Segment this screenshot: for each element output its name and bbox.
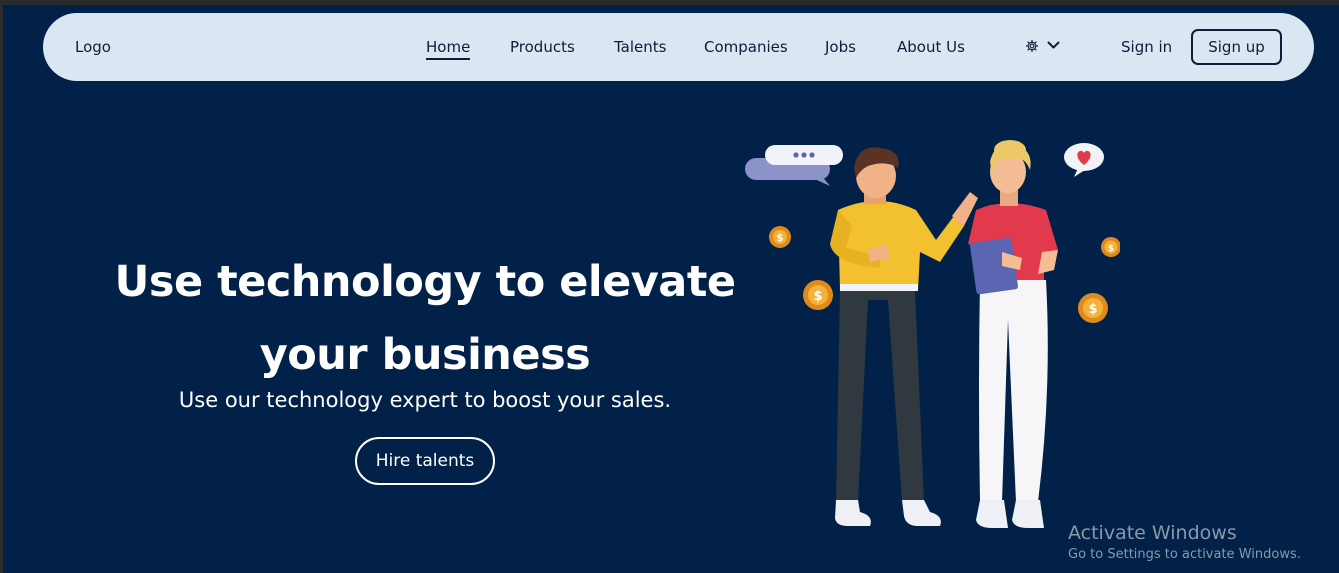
logo: Logo	[75, 38, 111, 56]
window-top-border	[0, 0, 1339, 5]
watermark-title: Activate Windows	[1068, 522, 1237, 544]
chevron-down-icon	[1047, 41, 1060, 49]
nav-link-talents[interactable]: Talents	[614, 13, 666, 81]
svg-text:$: $	[777, 233, 784, 244]
nav-link-home-label: Home	[426, 38, 471, 56]
sign-up-button[interactable]: Sign up	[1191, 29, 1282, 65]
gear-icon	[1025, 39, 1039, 53]
settings-dropdown[interactable]	[1025, 37, 1063, 57]
nav-link-jobs[interactable]: Jobs	[825, 13, 856, 81]
hero-illustration: $ $ $ $	[745, 140, 1120, 528]
hero-title: Use technology to elevate your business	[90, 246, 760, 392]
active-indicator	[426, 58, 471, 60]
nav-link-home[interactable]: Home	[426, 13, 471, 81]
nav-link-companies[interactable]: Companies	[704, 13, 788, 81]
woman-figure	[968, 140, 1058, 528]
nav-link-products[interactable]: Products	[510, 13, 575, 81]
nav-link-about-us[interactable]: About Us	[897, 13, 965, 81]
navbar: Logo Home Products Talents Companies Job…	[43, 13, 1314, 81]
hero-title-line1: Use technology to elevate	[114, 257, 736, 307]
hire-talents-button[interactable]: Hire talents	[355, 437, 495, 485]
activate-windows-watermark: Activate Windows Go to Settings to activ…	[1068, 522, 1301, 564]
man-figure	[830, 147, 978, 526]
hero-subtitle: Use our technology expert to boost your …	[178, 388, 672, 412]
svg-text:$: $	[1108, 244, 1114, 254]
heart-bubble-icon	[1064, 143, 1104, 177]
sign-in-link[interactable]: Sign in	[1121, 13, 1172, 81]
window-left-border	[0, 0, 3, 573]
hero-title-line2: your business	[259, 330, 591, 380]
watermark-subtitle: Go to Settings to activate Windows.	[1068, 547, 1301, 562]
svg-text:$: $	[1088, 302, 1097, 317]
svg-text:$: $	[813, 289, 822, 304]
speech-bubble-icon	[745, 145, 843, 186]
